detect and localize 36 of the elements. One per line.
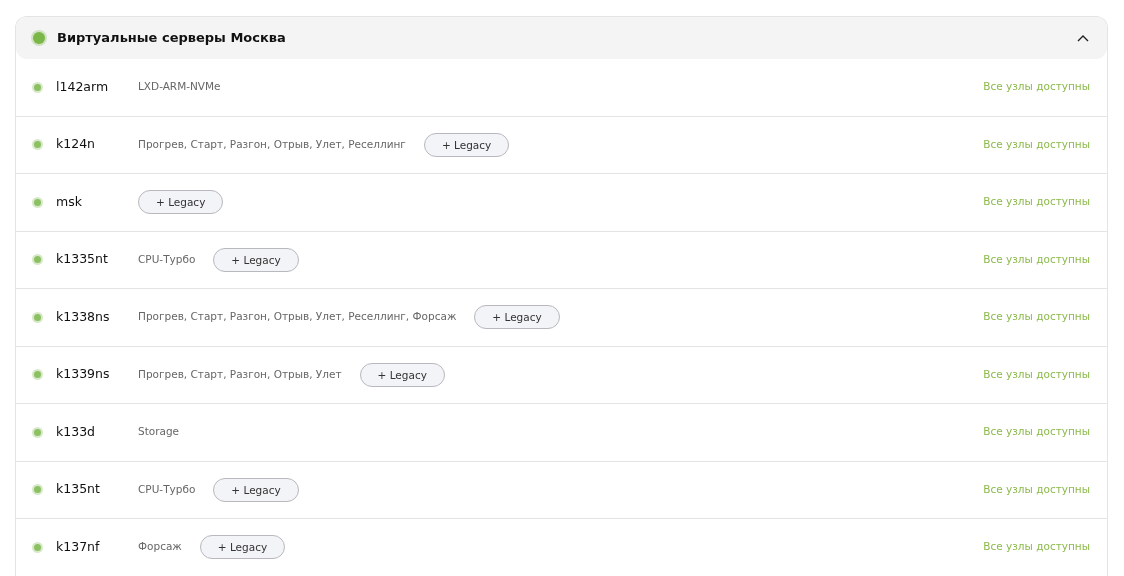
status-text: Все узлы доступны (983, 539, 1090, 555)
group-header[interactable]: Виртуальные серверы Москва (16, 17, 1107, 59)
server-name: msk (56, 192, 83, 211)
tariff-list: Прогрев, Старт, Разгон, Отрыв, Улет, Реселлинг, Форсаж (138, 309, 457, 326)
status-text: Все узлы доступны (983, 79, 1090, 95)
server-name: k137nf (56, 537, 101, 556)
status-text: Все узлы доступны (983, 251, 1090, 267)
status-text: Все узлы доступны (983, 136, 1090, 152)
legacy-button[interactable]: + Legacy (213, 477, 299, 502)
legacy-button[interactable]: + Legacy (474, 305, 560, 330)
status-text: Все узлы доступны (983, 194, 1090, 210)
server-name: k1335nt (56, 250, 109, 269)
legacy-button[interactable]: + Legacy (138, 190, 224, 215)
tariff-list: Прогрев, Старт, Разгон, Отрыв, Улет, Реселлинг (138, 136, 406, 153)
status-text: Все узлы доступны (983, 309, 1090, 325)
legacy-button[interactable]: + Legacy (359, 362, 445, 387)
status-text: Все узлы доступны (983, 424, 1090, 440)
server-name: k124n (56, 135, 97, 154)
tariff-list: CPU-Турбо (138, 251, 196, 268)
server-name: k1338ns (56, 307, 111, 326)
server-name: k133d (56, 422, 97, 441)
tariff-list: Форсаж (138, 539, 182, 556)
legacy-button[interactable]: + Legacy (213, 247, 299, 272)
server-name: l142arm (56, 77, 110, 96)
tariff-list: CPU-Турбо (138, 481, 196, 498)
status-text: Все узлы доступны (983, 481, 1090, 497)
group-title: Виртуальные серверы Москва (57, 29, 286, 48)
tariff-list: Прогрев, Старт, Разгон, Отрыв, Улет (138, 366, 342, 383)
chevron-up-icon[interactable] (1077, 34, 1089, 42)
server-name: k1339ns (56, 365, 111, 384)
tariff-list: LXD-ARM-NVMe (138, 79, 221, 96)
status-text: Все узлы доступны (983, 366, 1090, 382)
legacy-button[interactable]: + Legacy (423, 132, 510, 157)
server-name: k135nt (56, 480, 101, 499)
tariff-list: Storage (138, 424, 180, 441)
legacy-button[interactable]: + Legacy (199, 535, 286, 560)
